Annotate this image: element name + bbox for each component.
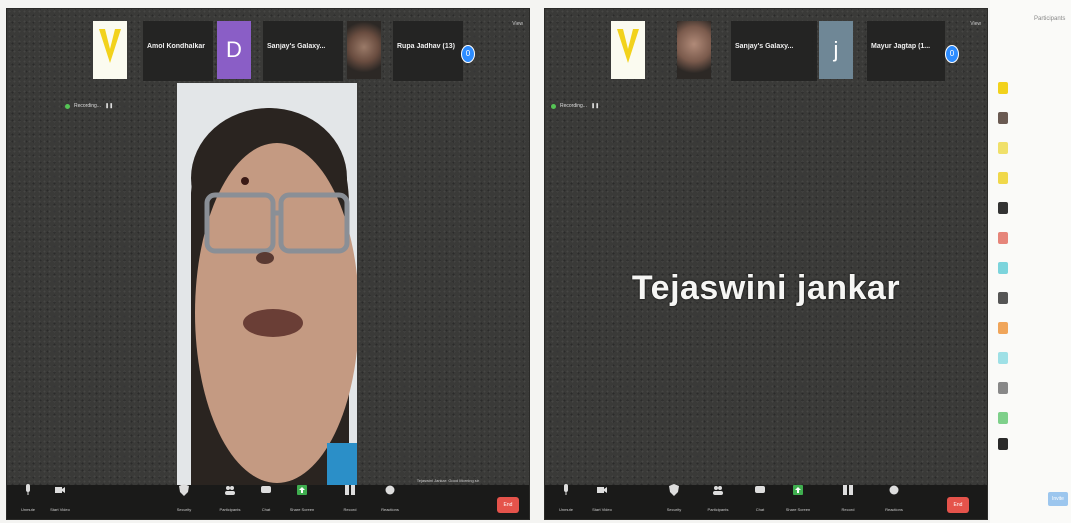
microphone-icon [564, 484, 568, 495]
participant-tile[interactable]: Rupa Jadhav (13) [393, 21, 463, 81]
participant-avatar-icon[interactable] [998, 142, 1008, 154]
microphone-icon [26, 484, 30, 495]
chat-preview: Tejaswini Jankar: Good Morning sir [416, 478, 479, 483]
record-icon [843, 485, 853, 495]
meeting-toolbar: Unmute Start Video Security Participants… [7, 484, 529, 519]
recording-label: Recording... [560, 103, 587, 109]
start-video-button[interactable]: Start Video [585, 484, 619, 516]
participant-photo [347, 21, 381, 79]
participant-avatar-icon[interactable] [998, 172, 1008, 184]
recording-indicator: Recording... ❚❚ [551, 103, 599, 109]
participant-tile[interactable]: Sanjay's Galaxy... [263, 21, 343, 81]
participant-tile[interactable]: Amol Kondhalkar [143, 21, 213, 81]
participant-name: Amol Kondhalkar [147, 43, 205, 50]
participants-panel: Participants Invite [990, 0, 1071, 523]
security-button[interactable]: Security [657, 484, 691, 516]
record-button[interactable]: Record [333, 484, 367, 516]
participant-strip: Sanjay's Galaxy... j Mayur Jagtap (1... … [545, 21, 987, 83]
unmute-button[interactable]: Unmute [11, 484, 45, 516]
recording-label: Recording... [74, 103, 101, 109]
participant-avatar-icon[interactable] [998, 112, 1008, 124]
share-screen-button[interactable]: Share Screen [781, 484, 815, 516]
v-logo-icon [99, 29, 121, 63]
unmute-button[interactable]: Unmute [549, 484, 583, 516]
participant-avatar-icon[interactable] [998, 202, 1008, 214]
smiley-icon [385, 485, 395, 495]
participant-count-badge[interactable]: 0 [945, 45, 959, 63]
smiley-icon [889, 485, 899, 495]
invite-button[interactable]: Invite [1048, 492, 1068, 506]
v-logo-tile [93, 21, 127, 79]
participant-avatar-icon[interactable] [998, 82, 1008, 94]
security-button[interactable]: Security [167, 484, 201, 516]
participant-avatar-icon[interactable] [998, 322, 1008, 334]
chat-button[interactable]: Chat [249, 484, 283, 516]
participant-tile[interactable]: Sanjay's Galaxy... [731, 21, 817, 81]
participant-name: Mayur Jagtap (1... [871, 43, 931, 50]
meeting-toolbar: Unmute Start Video Security Participants… [545, 484, 987, 519]
panel-title: Participants [1034, 16, 1066, 22]
shield-icon [669, 484, 679, 496]
chat-bubble-icon [755, 486, 765, 493]
pause-icon[interactable]: ❚❚ [591, 103, 599, 109]
speaker-face-image [177, 83, 357, 495]
chat-button[interactable]: Chat [743, 484, 777, 516]
participant-avatar-icon[interactable] [998, 232, 1008, 244]
participants-button[interactable]: Participants [701, 484, 735, 516]
participant-avatar-icon[interactable] [998, 292, 1008, 304]
active-speaker-video [177, 83, 357, 495]
participant-count-badge[interactable]: 0 [461, 45, 475, 63]
start-video-button[interactable]: Start Video [43, 484, 77, 516]
participant-strip: Amol Kondhalkar D Sanjay's Galaxy... Rup… [7, 21, 529, 83]
participant-photo [677, 21, 711, 79]
people-icon [225, 486, 235, 495]
end-meeting-button[interactable]: End [947, 497, 969, 513]
participant-name: Rupa Jadhav (13) [397, 43, 455, 50]
zoom-window-left: Amol Kondhalkar D Sanjay's Galaxy... Rup… [6, 8, 530, 520]
pause-icon[interactable]: ❚❚ [105, 103, 113, 109]
share-screen-button[interactable]: Share Screen [285, 484, 319, 516]
avatar-letter: j [819, 21, 853, 79]
participant-avatar-icon[interactable] [998, 438, 1008, 450]
video-camera-icon [55, 487, 65, 493]
participant-tile[interactable]: Mayur Jagtap (1... [867, 21, 945, 81]
recording-dot-icon [551, 103, 556, 109]
record-icon [345, 485, 355, 495]
avatar-letter: D [217, 21, 251, 79]
shield-icon [179, 484, 189, 496]
video-camera-icon [597, 487, 607, 493]
participants-button[interactable]: Participants [213, 484, 247, 516]
participant-avatar-icon[interactable] [998, 412, 1008, 424]
participant-avatar-icon[interactable] [998, 262, 1008, 274]
end-meeting-button[interactable]: End [497, 497, 519, 513]
reactions-button[interactable]: Reactions [877, 484, 911, 516]
share-screen-icon [793, 485, 803, 495]
participant-name: Sanjay's Galaxy... [267, 43, 326, 50]
participant-avatar-icon[interactable] [998, 352, 1008, 364]
v-logo-tile [611, 21, 645, 79]
record-button[interactable]: Record [831, 484, 865, 516]
speaker-name-label: Tejaswini jankar [631, 269, 901, 307]
reactions-button[interactable]: Reactions [373, 484, 407, 516]
participant-avatar-icon[interactable] [998, 382, 1008, 394]
chat-bubble-icon [261, 486, 271, 493]
view-button[interactable]: View [970, 21, 981, 27]
recording-indicator: Recording... ❚❚ [65, 103, 113, 109]
recording-dot-icon [65, 103, 70, 109]
zoom-window-right: Sanjay's Galaxy... j Mayur Jagtap (1... … [544, 8, 988, 520]
participant-name: Sanjay's Galaxy... [735, 43, 794, 50]
people-icon [713, 486, 723, 495]
v-logo-icon [617, 29, 639, 63]
share-screen-icon [297, 485, 307, 495]
view-button[interactable]: View [512, 21, 523, 27]
